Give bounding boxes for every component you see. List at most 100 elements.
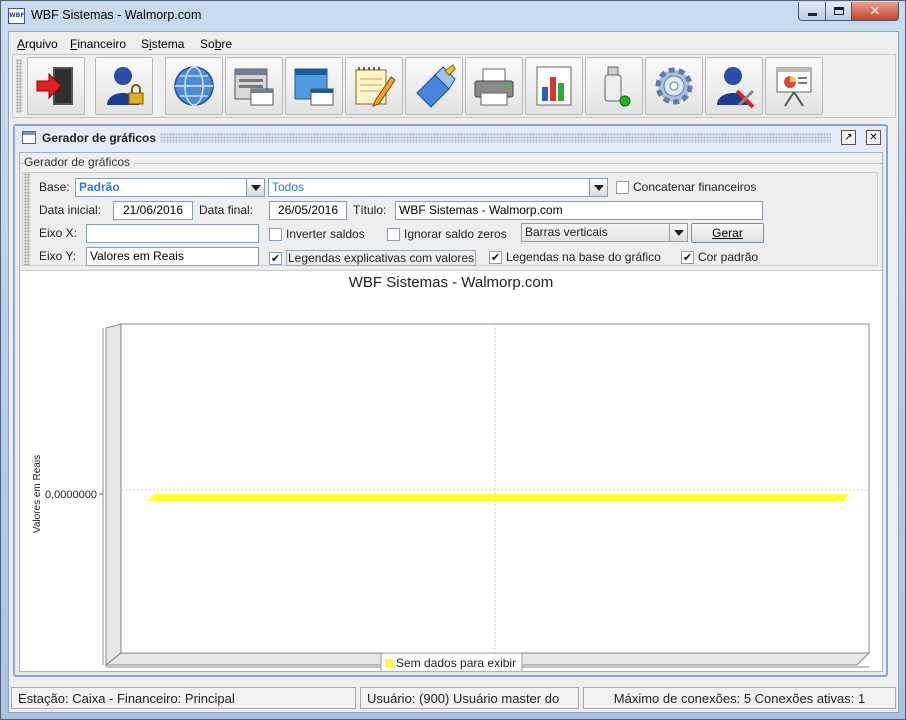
legend-swatch: [385, 659, 393, 667]
frame-title-bar[interactable]: Gerador de gráficos ↗ ✕: [15, 126, 886, 150]
legendas-valores-checkbox-box[interactable]: ✔: [269, 251, 282, 265]
window-blue-icon: [294, 68, 334, 106]
gerar-button[interactable]: Gerar: [691, 223, 764, 243]
usb-drive-icon: [604, 66, 631, 107]
ignorar-checkbox-box[interactable]: [387, 227, 400, 241]
settings-button[interactable]: [645, 57, 703, 115]
eixo-x-field[interactable]: [86, 224, 259, 243]
toolbar-grip[interactable]: [16, 59, 22, 113]
options-grip[interactable]: [24, 173, 30, 265]
chart-options-panel: Gerador de gráficos Base: Padrão Todos C…: [20, 153, 882, 271]
status-estacao: Estação: Caixa - Financeiro: Principal: [11, 687, 356, 709]
close-icon: ✕: [869, 132, 878, 143]
app-window: WBF WBF Sistemas - Walmorp.com ✕ Arquivo…: [0, 0, 906, 720]
data-inicial-label: Data inicial:: [39, 203, 102, 217]
frame-detach-button[interactable]: ↗: [841, 130, 856, 145]
chart-type-value: Barras verticais: [525, 225, 608, 239]
menu-arquivo[interactable]: Arquivo: [17, 37, 58, 51]
chart-type-select[interactable]: Barras verticais: [521, 223, 688, 242]
minimize-button[interactable]: [798, 2, 826, 21]
client-area: Arquivo Financeiro Sistema Sobre Gerador…: [8, 31, 899, 713]
y-tick-label: 0,0000000: [45, 489, 97, 501]
frame-close-button[interactable]: ✕: [866, 130, 881, 145]
window-title: WBF Sistemas - Walmorp.com: [31, 8, 202, 22]
maximize-button[interactable]: [825, 2, 852, 21]
minimize-icon: [807, 13, 817, 16]
data-inicial-field[interactable]: 21/06/2016: [113, 201, 193, 220]
menu-sistema[interactable]: Sistema: [141, 37, 184, 51]
legendas-base-checkbox-box[interactable]: ✔: [489, 250, 502, 264]
frame-window-icon: [22, 131, 36, 144]
chart-area: WBF Sistemas - Walmorp.com 0,0000000 Valo…: [20, 272, 882, 671]
window-list-icon: [234, 68, 274, 106]
eixo-y-field[interactable]: Valores em Reais: [86, 247, 259, 266]
concatenar-checkbox-box[interactable]: [616, 180, 629, 194]
inverter-checkbox-box[interactable]: [269, 227, 282, 241]
app-logo-icon: WBF: [8, 8, 25, 24]
eraser-button[interactable]: [405, 57, 463, 115]
usb-button[interactable]: [585, 57, 643, 115]
titulo-label: Título:: [353, 203, 387, 217]
cor-padrao-label: Cor padrão: [698, 250, 759, 264]
user-lock-icon: [107, 67, 144, 105]
chart-svg: 0,0000000Valores em Reais Sem dados para …: [32, 323, 871, 671]
financeiros-select-value: Todos: [272, 180, 305, 194]
legendas-valores-label: Legendas explicativas com valores: [286, 250, 477, 266]
inverter-label: Inverter saldos: [286, 227, 365, 241]
eraser-tool-icon: [416, 64, 456, 108]
title-bar[interactable]: WBF WBF Sistemas - Walmorp.com ✕: [1, 1, 905, 31]
cor-padrao-checkbox-box[interactable]: ✔: [681, 250, 694, 264]
main-toolbar: [12, 54, 896, 118]
user-tools-icon: [717, 67, 755, 109]
eixo-y-label: Eixo Y:: [39, 249, 77, 263]
close-icon: ✕: [869, 3, 881, 19]
data-final-field[interactable]: 26/05/2016: [269, 201, 347, 220]
frame-body: Gerador de gráficos Base: Padrão Todos C…: [19, 152, 883, 672]
window-blue-button[interactable]: [285, 57, 343, 115]
globe-icon: [174, 66, 214, 106]
gerar-label: Gerar: [712, 226, 743, 240]
panel-legend: Gerador de gráficos: [24, 155, 135, 169]
concatenar-checkbox[interactable]: Concatenar financeiros: [616, 180, 756, 194]
chart-button[interactable]: [525, 57, 583, 115]
presentation-button[interactable]: [765, 57, 823, 115]
chart-bar: [148, 494, 849, 501]
user-lock-button[interactable]: [95, 57, 153, 115]
frame-title: Gerador de gráficos: [42, 131, 157, 145]
titulo-field[interactable]: WBF Sistemas - Walmorp.com: [395, 201, 763, 220]
status-usuario: Usuário: (900) Usuário master do: [360, 687, 579, 709]
legendas-valores-checkbox[interactable]: ✔ Legendas explicativas com valores: [269, 250, 477, 266]
globe-button[interactable]: [165, 57, 223, 115]
menu-financeiro[interactable]: Financeiro: [70, 37, 126, 51]
frame-title-dots: [160, 133, 831, 143]
printer-icon: [474, 68, 514, 106]
notepad-button[interactable]: [345, 57, 403, 115]
ignorar-checkbox[interactable]: Ignorar saldo zeros: [387, 227, 507, 241]
chevron-down-icon[interactable]: [246, 179, 264, 196]
inverter-checkbox[interactable]: Inverter saldos: [269, 227, 365, 241]
eixo-x-label: Eixo X:: [39, 226, 78, 240]
user-tools-button[interactable]: [705, 57, 763, 115]
close-button[interactable]: ✕: [851, 2, 899, 21]
chevron-down-icon[interactable]: [669, 224, 687, 241]
presentation-board-icon: [776, 67, 812, 107]
legend-label: Sem dados para exibir: [396, 656, 516, 670]
window-list-button[interactable]: [225, 57, 283, 115]
panel-divider: [20, 163, 882, 164]
menu-sobre[interactable]: Sobre: [200, 37, 232, 51]
status-bar: Estação: Caixa - Financeiro: Principal U…: [9, 684, 898, 712]
financeiros-select[interactable]: Todos: [268, 178, 608, 197]
y-axis-label: Valores em Reais: [32, 455, 43, 533]
menu-bar: Arquivo Financeiro Sistema Sobre: [9, 32, 898, 54]
exit-button[interactable]: [27, 57, 85, 115]
chart-generator-frame: Gerador de gráficos ↗ ✕ Gerador de gráfi…: [13, 124, 888, 677]
legendas-base-checkbox[interactable]: ✔ Legendas na base do gráfico: [489, 250, 661, 264]
base-label: Base:: [39, 180, 70, 194]
base-select[interactable]: Padrão: [75, 178, 265, 197]
print-button[interactable]: [465, 57, 523, 115]
exit-door-icon: [36, 67, 73, 105]
detach-icon: ↗: [844, 132, 853, 143]
cor-padrao-checkbox[interactable]: ✔ Cor padrão: [681, 250, 758, 264]
data-final-label: Data final:: [199, 203, 254, 217]
chevron-down-icon[interactable]: [589, 179, 607, 196]
